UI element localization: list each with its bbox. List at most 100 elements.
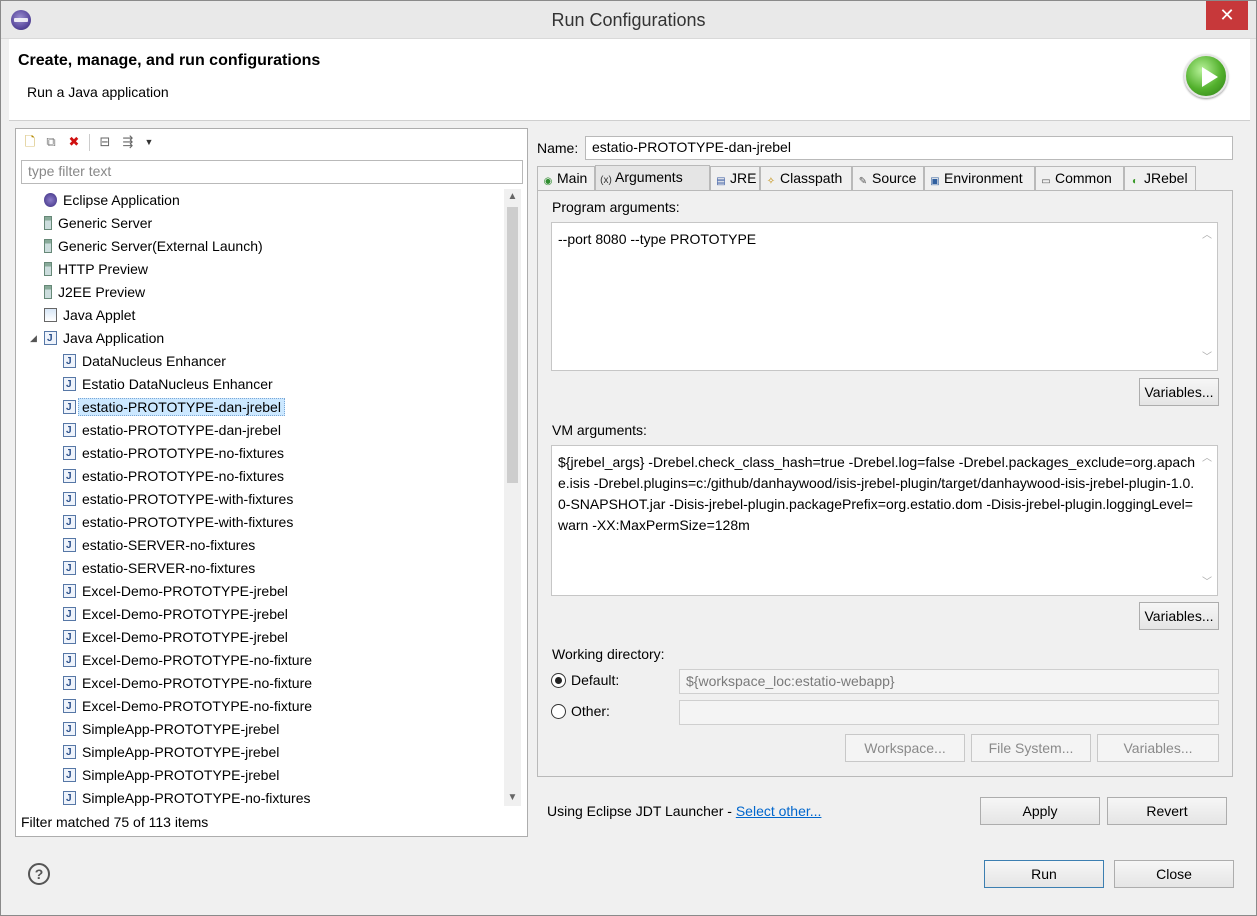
new-config-icon[interactable]: 🗋 [22,134,38,150]
tree-item-label: Excel-Demo-PROTOTYPE-no-fixture [82,675,313,691]
header-title: Create, manage, and run configurations [18,52,321,69]
delete-config-icon[interactable]: ✖ [66,134,82,150]
tree-item[interactable]: Excel-Demo-PROTOTYPE-jrebel [63,580,288,603]
close-button[interactable]: Close [1114,860,1234,888]
tree-item-label: Java Application [63,330,165,346]
textarea-scrollbar[interactable]: ︿ ﹀ [1200,225,1214,368]
launcher-info: Using Eclipse JDT Launcher - Select othe… [547,803,821,819]
tree-item[interactable]: DataNucleus Enhancer [63,350,226,373]
tree-item[interactable]: SimpleApp-PROTOTYPE-jrebel [63,718,279,741]
source-tab-icon: ✎ [858,176,868,187]
program-variables-button[interactable]: Variables... [1139,378,1219,406]
tree-item-label: SimpleApp-PROTOTYPE-jrebel [82,744,280,760]
other-label: Other: [571,703,610,719]
chevron-down-icon[interactable]: ▼ [141,134,157,150]
tree-item[interactable]: SimpleApp-PROTOTYPE-no-fixtures [63,787,310,806]
filter-icon[interactable]: ⇶ [120,134,136,150]
default-radio[interactable] [551,673,566,688]
name-label: Name: [537,140,579,156]
other-dir-field [679,700,1219,725]
config-tree-panel: 🗋 ⧉ ✖ ⊟ ⇶ ▼ type filter text Eclipse App… [15,128,528,837]
tree-item[interactable]: estatio-SERVER-no-fixtures [63,557,255,580]
vm-args-label: VM arguments: [552,422,647,438]
program-args-text: --port 8080 --type PROTOTYPE [558,231,757,247]
java-app-icon [63,742,76,764]
tree-item[interactable]: estatio-PROTOTYPE-no-fixtures [63,442,284,465]
tree-item-label: Excel-Demo-PROTOTYPE-jrebel [82,606,288,622]
apply-button[interactable]: Apply [980,797,1100,825]
java-app-icon [63,627,76,649]
tree-item[interactable]: Estatio DataNucleus Enhancer [63,373,273,396]
vm-args-text: ${jrebel_args} -Drebel.check_class_hash=… [558,454,1195,533]
java-app-icon [63,581,76,603]
duplicate-config-icon[interactable]: ⧉ [43,134,59,150]
tree-item[interactable]: Excel-Demo-PROTOTYPE-no-fixture [63,695,312,718]
tree-item[interactable]: Excel-Demo-PROTOTYPE-no-fixture [63,672,313,695]
name-input[interactable]: estatio-PROTOTYPE-dan-jrebel [585,136,1233,160]
common-tab-icon: ▭ [1041,176,1051,187]
vm-variables-button[interactable]: Variables... [1139,602,1219,630]
program-args-textarea[interactable]: --port 8080 --type PROTOTYPE ︿ ﹀ [551,222,1218,371]
environment-tab-icon: ▣ [930,176,940,187]
tree-item[interactable]: SimpleApp-PROTOTYPE-jrebel [63,741,280,764]
tree-item[interactable]: Eclipse Application [44,189,180,211]
tab-jre[interactable]: ▤ JRE [710,166,760,190]
tree-item[interactable]: Generic Server [44,212,152,234]
scroll-up-icon[interactable]: ▲ [504,189,521,205]
tab-common[interactable]: ▭ Common [1035,166,1124,190]
run-button[interactable]: Run [984,860,1104,888]
tree-item[interactable]: Java Applet [44,304,135,326]
main-tab-icon: ◉ [543,176,553,187]
filter-input[interactable]: type filter text [21,160,523,184]
tree-item[interactable]: J2EE Preview [44,281,145,303]
tree-item[interactable]: ◢ Java Application [30,327,165,350]
tree-item[interactable]: estatio-PROTOTYPE-no-fixtures [63,465,284,488]
tab-arguments[interactable]: (x) Arguments [595,165,710,190]
tree-item[interactable]: estatio-PROTOTYPE-with-fixtures [63,488,293,511]
tab-environment[interactable]: ▣ Environment [924,166,1035,190]
tree-item[interactable]: Excel-Demo-PROTOTYPE-jrebel [63,603,288,626]
title-bar: Run Configurations ✕ [1,1,1256,39]
window-close-button[interactable]: ✕ [1206,1,1248,30]
tree-item[interactable]: SimpleApp-PROTOTYPE-jrebel [63,764,279,787]
tree-item[interactable]: HTTP Preview [44,258,148,280]
tree-item-label: DataNucleus Enhancer [82,353,226,369]
tab-classpath[interactable]: ✧ Classpath [760,166,852,190]
window-title: Run Configurations [551,10,706,30]
java-app-icon [63,443,76,465]
tree-item[interactable]: estatio-SERVER-no-fixtures [63,534,255,557]
help-icon[interactable]: ? [28,863,50,885]
scroll-thumb[interactable] [507,207,518,483]
select-other-link[interactable]: Select other... [736,803,822,819]
tree-item[interactable]: Excel-Demo-PROTOTYPE-no-fixture [63,649,312,672]
java-app-icon [63,351,76,373]
tree-item[interactable]: estatio-PROTOTYPE-dan-jrebel [63,419,281,442]
server-icon [44,262,52,276]
header-subtitle: Run a Java application [27,84,169,100]
other-radio[interactable] [551,704,566,719]
java-app-icon [63,788,76,806]
tree-item[interactable]: Excel-Demo-PROTOTYPE-jrebel [63,626,288,649]
revert-button[interactable]: Revert [1107,797,1227,825]
tab-source[interactable]: ✎ Source [852,166,924,190]
program-args-label: Program arguments: [552,199,680,215]
java-app-icon [44,328,57,350]
tree-scrollbar[interactable]: ▲ ▼ [504,189,521,806]
scroll-down-icon[interactable]: ▼ [504,790,521,806]
tab-main[interactable]: ◉ Main [537,166,595,190]
working-dir-label: Working directory: [552,646,665,662]
tree-item[interactable]: estatio-PROTOTYPE-with-fixtures [63,511,293,534]
tab-label: JRebel [1144,170,1188,186]
vm-args-textarea[interactable]: ${jrebel_args} -Drebel.check_class_hash=… [551,445,1218,596]
launcher-text: Using Eclipse JDT Launcher - [547,803,736,819]
tab-label: Source [872,170,917,186]
tab-jrebel[interactable]: ◐ JRebel [1124,166,1196,190]
expand-toggle-icon[interactable]: ◢ [30,327,37,349]
collapse-all-icon[interactable]: ⊟ [97,134,113,150]
tree-item[interactable]: Generic Server(External Launch) [44,235,263,257]
dialog-header: Create, manage, and run configurations R… [9,39,1250,121]
java-app-icon [63,466,76,488]
filter-status: Filter matched 75 of 113 items [21,814,209,830]
tree-item[interactable]: estatio-PROTOTYPE-dan-jrebel [63,396,285,419]
textarea-scrollbar[interactable]: ︿ ﹀ [1200,448,1214,593]
